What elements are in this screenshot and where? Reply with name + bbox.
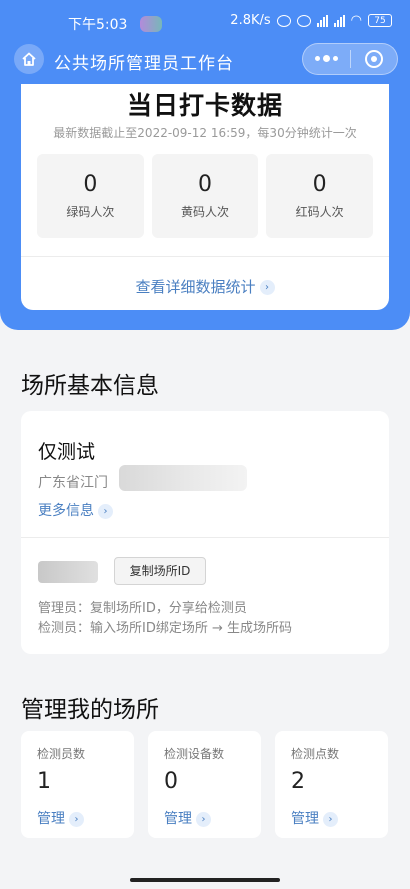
stat-green-label: 绿码人次 <box>66 205 115 219</box>
device-count-card: 检测设备数 0 管理 › <box>148 731 261 838</box>
device-count-value: 0 <box>164 769 178 794</box>
stat-green-value: 0 <box>83 172 98 197</box>
stat-yellow-label: 黄码人次 <box>181 205 230 219</box>
admin-hint: 管理员：复制场所ID，分享给检测员 <box>38 601 247 616</box>
address-redacted <box>119 465 247 491</box>
place-address: 广东省江门 <box>38 475 108 491</box>
place-info-card: 仅测试 广东省江门 更多信息 › 复制场所ID 管理员：复制场所ID，分享给检测员… <box>21 411 389 654</box>
stat-red-value: 0 <box>312 172 327 197</box>
daily-stats-card: 当日打卡数据 最新数据截止至2022-09-12 16:59，每30分钟统计一次… <box>21 84 389 310</box>
chevron-right-icon: › <box>196 811 211 827</box>
checkpoint-count-card: 检测点数 2 管理 › <box>275 731 388 838</box>
chevron-right-icon: › <box>69 811 84 827</box>
chevron-right-icon: › <box>98 503 113 519</box>
alarm-icon <box>296 14 311 27</box>
manage-section-title: 管理我的场所 <box>21 697 159 723</box>
stats-title: 当日打卡数据 <box>126 91 283 120</box>
battery-icon: 75 <box>368 14 392 27</box>
manage-checkpoints-link[interactable]: 管理 › <box>291 808 338 828</box>
place-id-redacted <box>38 561 98 583</box>
inspector-count-value: 1 <box>37 769 51 794</box>
stats-boxes: 0 绿码人次 0 黄码人次 0 红码人次 <box>37 154 374 238</box>
miniprogram-capsule <box>302 43 398 75</box>
more-info-link[interactable]: 更多信息 › <box>38 500 113 520</box>
status-bar: 下午5:03 2.8K/s ◠ 75 <box>0 0 410 40</box>
stats-divider <box>21 256 389 257</box>
place-card-divider <box>21 537 389 538</box>
manage-devices-link[interactable]: 管理 › <box>164 808 211 828</box>
checkpoint-count-label: 检测点数 <box>291 747 340 761</box>
chevron-right-icon: › <box>259 280 275 295</box>
place-name: 仅测试 <box>38 441 96 463</box>
navigation-bar: 公共场所管理员工作台 <box>0 40 410 80</box>
home-icon <box>22 52 36 66</box>
more-menu-button[interactable] <box>303 44 350 74</box>
page-title: 公共场所管理员工作台 <box>54 54 234 74</box>
more-dots-icon <box>314 55 338 62</box>
manage-inspectors-label: 管理 <box>37 811 65 827</box>
place-info-section-title: 场所基本信息 <box>21 373 159 399</box>
chevron-right-icon: › <box>323 811 338 827</box>
network-speed: 2.8K/s <box>230 13 271 28</box>
detail-stats-link[interactable]: 查看详细数据统计 › <box>21 276 389 297</box>
inspector-count-card: 检测员数 1 管理 › <box>21 731 134 838</box>
device-count-label: 检测设备数 <box>164 747 225 761</box>
stats-subtitle: 最新数据截止至2022-09-12 16:59，每30分钟统计一次 <box>53 126 357 140</box>
close-target-icon <box>364 50 383 68</box>
close-miniprogram-button[interactable] <box>351 44 398 74</box>
status-indicators: 2.8K/s ◠ 75 <box>230 13 392 28</box>
inspector-hint: 检测员：输入场所ID绑定场所 → 生成场所码 <box>38 621 293 636</box>
stat-yellow-value: 0 <box>198 172 212 197</box>
manage-checkpoints-label: 管理 <box>291 811 319 827</box>
stat-red: 0 红码人次 <box>266 154 374 238</box>
signal-icon-2 <box>333 14 345 27</box>
copy-place-id-button[interactable]: 复制场所ID <box>114 557 206 585</box>
stat-red-label: 红码人次 <box>295 205 344 219</box>
more-info-label: 更多信息 <box>38 503 94 519</box>
home-indicator[interactable] <box>130 878 280 882</box>
wifi-icon: ◠ <box>350 13 362 28</box>
home-button[interactable] <box>14 44 44 74</box>
status-time: 下午5:03 <box>68 17 128 33</box>
manage-inspectors-link[interactable]: 管理 › <box>37 808 84 828</box>
signal-icon <box>316 14 328 27</box>
mute-icon <box>276 14 291 27</box>
stat-yellow: 0 黄码人次 <box>151 154 259 238</box>
checkpoint-count-value: 2 <box>291 769 305 794</box>
manage-devices-label: 管理 <box>164 811 192 827</box>
inspector-count-label: 检测员数 <box>37 747 86 761</box>
detail-stats-link-label: 查看详细数据统计 <box>135 278 256 296</box>
stat-green: 0 绿码人次 <box>37 154 144 238</box>
status-notification-icon <box>140 16 162 32</box>
